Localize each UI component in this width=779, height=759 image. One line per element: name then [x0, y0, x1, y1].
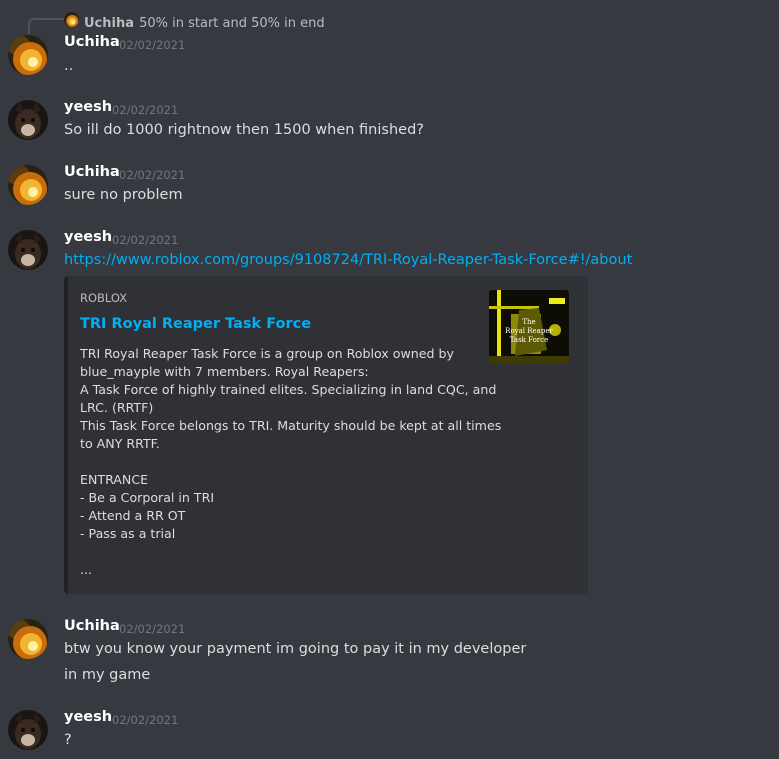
- avatar[interactable]: [8, 710, 48, 750]
- reply-text: 50% in start and 50% in end: [139, 16, 325, 31]
- message-link[interactable]: https://www.roblox.com/groups/9108724/TR…: [64, 252, 632, 268]
- avatar[interactable]: [8, 619, 48, 659]
- avatar[interactable]: [8, 165, 48, 205]
- message-text: ?: [64, 732, 72, 748]
- dog-avatar-icon: [8, 100, 48, 140]
- embed-description-line: This Task Force belongs to TRI. Maturity…: [80, 418, 502, 433]
- embed-description-line: ENTRANCE: [80, 472, 149, 487]
- embed-description-line: - Attend a RR OT: [80, 508, 186, 523]
- embed-thumbnail[interactable]: The Royal Reaper Task Force: [489, 290, 569, 363]
- message-timestamp: 02/02/2021: [112, 103, 179, 117]
- reply-author[interactable]: Uchiha: [84, 16, 134, 31]
- reply-avatar[interactable]: [64, 12, 79, 27]
- message-timestamp: 02/02/2021: [112, 713, 179, 727]
- message-author[interactable]: yeesh: [64, 709, 112, 725]
- avatar[interactable]: [8, 35, 48, 75]
- thumbnail-line: The: [522, 318, 535, 326]
- message-timestamp: 02/02/2021: [112, 233, 179, 247]
- message-text: btw you know your payment im going to pa…: [64, 641, 527, 657]
- message-text: in my game: [64, 667, 151, 683]
- embed-provider[interactable]: ROBLOX: [80, 291, 127, 305]
- avatar[interactable]: [8, 100, 48, 140]
- message-timestamp: 02/02/2021: [119, 168, 186, 182]
- thumbnail-line: Task Force: [510, 336, 548, 344]
- embed-description-line: - Be a Corporal in TRI: [80, 490, 215, 505]
- dog-avatar-icon: [8, 230, 48, 270]
- message-text: So ill do 1000 rightnow then 1500 when f…: [64, 122, 424, 138]
- message-author[interactable]: Uchiha: [64, 618, 120, 634]
- embed-title[interactable]: TRI Royal Reaper Task Force: [80, 316, 311, 332]
- message-author[interactable]: Uchiha: [64, 34, 120, 50]
- message-author[interactable]: Uchiha: [64, 164, 120, 180]
- embed-description-line: ...: [80, 562, 93, 577]
- message-timestamp: 02/02/2021: [119, 38, 186, 52]
- embed-description-line: [80, 543, 501, 561]
- group-thumbnail-image: The Royal Reaper Task Force: [489, 290, 569, 363]
- message-author[interactable]: yeesh: [64, 99, 112, 115]
- embed-description-line: to ANY RRTF.: [80, 436, 160, 451]
- reply-connector: [28, 18, 64, 34]
- embed-description-line: - Pass as a trial: [80, 526, 176, 541]
- message-text: sure no problem: [64, 187, 183, 203]
- message-author[interactable]: yeesh: [64, 229, 112, 245]
- fire-avatar-icon: [8, 165, 48, 205]
- fire-avatar-icon: [8, 35, 48, 75]
- message-text: ..: [64, 58, 74, 74]
- fire-avatar-icon: [8, 619, 48, 659]
- embed-description: TRI Royal Reaper Task Force is a group o…: [80, 345, 501, 579]
- embed-description-line: TRI Royal Reaper Task Force is a group o…: [80, 346, 454, 361]
- dog-avatar-icon: [8, 710, 48, 750]
- embed-description-line: A Task Force of highly trained elites. S…: [80, 382, 497, 397]
- message-timestamp: 02/02/2021: [119, 622, 186, 636]
- fire-avatar-icon: [64, 12, 79, 27]
- reply-preview[interactable]: Uchiha 50% in start and 50% in end: [84, 12, 325, 31]
- embed-description-line: blue_mayple with 7 members. Royal Reaper…: [80, 364, 369, 379]
- embed-description-line: LRC. (RRTF): [80, 400, 154, 415]
- thumbnail-line: Royal Reaper: [505, 327, 553, 335]
- embed-description-line: [80, 453, 501, 471]
- avatar[interactable]: [8, 230, 48, 270]
